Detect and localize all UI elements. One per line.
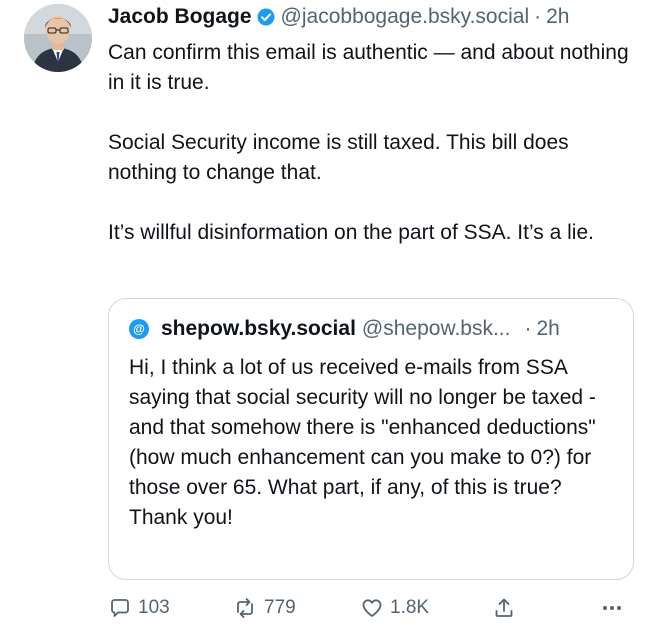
quote-separator-dot: · <box>524 317 532 340</box>
share-icon <box>495 598 513 617</box>
reply-icon <box>111 599 129 617</box>
reply-button[interactable]: 103 <box>108 592 170 624</box>
author-avatar[interactable] <box>24 4 92 72</box>
reply-count: 103 <box>138 597 170 618</box>
post: Jacob Bogage @jacobbogage.bsky.social · … <box>0 0 660 633</box>
separator-dot: · <box>534 5 542 28</box>
share-button[interactable] <box>492 592 522 624</box>
avatar-photo <box>24 4 92 72</box>
repost-count: 779 <box>264 597 296 618</box>
quote-header: @ shepow.bsky.social @shepow.bsk... · 2h <box>129 315 560 343</box>
post-paragraph: Social Security income is still taxed. T… <box>108 131 569 184</box>
repost-icon <box>237 598 253 618</box>
post-timestamp[interactable]: 2h <box>546 4 569 30</box>
like-count: 1.8K <box>390 597 430 618</box>
verified-badge-icon <box>257 8 275 26</box>
more-icon <box>603 606 621 610</box>
quote-body: Hi, I think a lot of us received e-mails… <box>129 356 596 529</box>
quote-timestamp[interactable]: 2h <box>536 317 559 341</box>
post-paragraph: Can confirm this email is authentic — an… <box>108 41 629 94</box>
like-button[interactable]: 1.8K <box>360 592 429 624</box>
like-icon <box>362 599 382 617</box>
repost-button[interactable]: 779 <box>232 592 296 624</box>
quoted-post[interactable]: @ shepow.bsky.social @shepow.bsk... · 2h… <box>108 298 634 580</box>
action-bar: 103 779 1.8K <box>108 592 638 624</box>
author-handle[interactable]: @jacobbogage.bsky.social <box>281 4 530 30</box>
post-paragraph: It’s willful disinformation on the part … <box>108 221 594 244</box>
more-options-button[interactable] <box>600 592 630 624</box>
quote-author-name[interactable]: shepow.bsky.social <box>161 317 356 341</box>
author-name[interactable]: Jacob Bogage <box>108 4 252 30</box>
post-header: Jacob Bogage @jacobbogage.bsky.social · … <box>108 4 569 30</box>
quote-avatar[interactable]: @ <box>129 319 149 339</box>
post-body: Can confirm this email is authentic — an… <box>108 38 638 248</box>
quote-author-handle[interactable]: @shepow.bsk... <box>362 317 511 341</box>
